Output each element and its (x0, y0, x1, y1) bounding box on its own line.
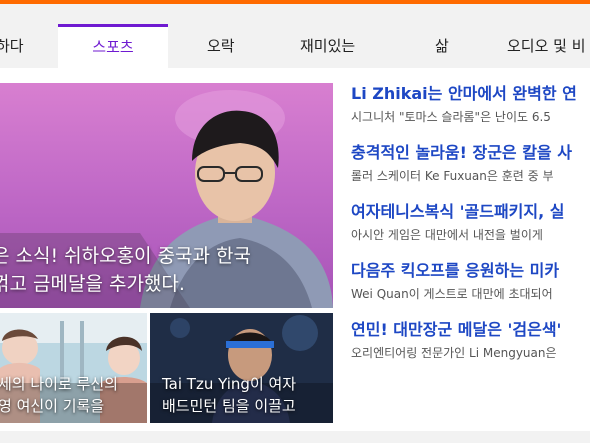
thumb-caption-swimmer-line2: 영 여신이 기록을 (0, 397, 105, 415)
headline-summary: 롤러 스케이터 Ke Fuxuan은 훈련 중 부 (351, 169, 554, 183)
list-item[interactable]: 여자테니스복식 '골드패키지, 실 아시안 게임은 대만에서 내전을 벌이게 (351, 200, 590, 259)
footer-strip (0, 431, 590, 443)
headline-list: Li Zhikai는 안마에서 완벽한 연 시그니처 "토마스 슬라롬"은 난이… (351, 82, 590, 377)
tab-entertainment[interactable]: 오락 (207, 24, 235, 68)
list-item[interactable]: 다음주 킥오프를 응원하는 미카 Wei Quan이 게스트로 대만에 초대되어 (351, 259, 590, 318)
tab-life[interactable]: 삶 (435, 24, 449, 68)
thumb-caption-swimmer-line1: 세의 나이로 루신의 (0, 375, 118, 393)
headline-link[interactable]: 연민! 대만장군 메달은 '검은색' (351, 318, 590, 342)
list-item[interactable]: 충격적인 놀라움! 장군은 칼을 사 롤러 스케이터 Ke Fuxuan은 훈련… (351, 141, 590, 200)
list-item[interactable]: 연민! 대만장군 메달은 '검은색' 오리엔티어링 전문가인 Li Mengyu… (351, 318, 590, 377)
hero-caption-line1: 은 소식! 쉬하오홍이 중국과 한국 (0, 245, 252, 267)
tab-funny[interactable]: 재미있는 (300, 24, 355, 68)
tab-partial[interactable]: 하다 (0, 24, 24, 68)
headline-link[interactable]: 여자테니스복식 '골드패키지, 실 (351, 200, 590, 224)
category-tabs: 하다 스포츠 오락 재미있는 삶 오디오 및 비 (0, 24, 590, 68)
thumb-caption-badminton-line2: 배드민턴 팀을 이끌고 (162, 397, 296, 415)
headline-summary: 아시안 게임은 대만에서 내전을 벌이게 (351, 228, 543, 242)
headline-summary: 오리엔티어링 전문가인 Li Mengyuan은 (351, 346, 557, 360)
headline-link[interactable]: Li Zhikai는 안마에서 완벽한 연 (351, 82, 590, 106)
tab-sports[interactable]: 스포츠 (58, 24, 168, 68)
hero-caption: 은 소식! 쉬하오홍이 중국과 한국 꺾고 금메달을 추가했다. (0, 242, 332, 298)
headline-summary: Wei Quan이 게스트로 대만에 초대되어 (351, 287, 553, 301)
thumb-caption-badminton: Tai Tzu Ying이 여자 배드민턴 팀을 이끌고 (162, 373, 296, 417)
thumb-caption-badminton-line1: Tai Tzu Ying이 여자 (162, 375, 297, 393)
headline-link[interactable]: 다음주 킥오프를 응원하는 미카 (351, 259, 590, 283)
news-thumb-swimmer[interactable]: 세의 나이로 루신의 영 여신이 기록을 (0, 313, 147, 423)
header-strip (0, 4, 590, 24)
hero-news-card[interactable]: 은 소식! 쉬하오홍이 중국과 한국 꺾고 금메달을 추가했다. (0, 83, 333, 308)
tab-audio-video[interactable]: 오디오 및 비 (507, 24, 586, 68)
headline-summary: 시그니처 "토마스 슬라롬"은 난이도 6.5 (351, 110, 551, 124)
news-thumb-badminton[interactable]: Tai Tzu Ying이 여자 배드민턴 팀을 이끌고 (150, 313, 333, 423)
headline-link[interactable]: 충격적인 놀라움! 장군은 칼을 사 (351, 141, 590, 165)
hero-caption-line2: 꺾고 금메달을 추가했다. (0, 273, 185, 295)
list-item[interactable]: Li Zhikai는 안마에서 완벽한 연 시그니처 "토마스 슬라롬"은 난이… (351, 82, 590, 141)
thumb-caption-swimmer: 세의 나이로 루신의 영 여신이 기록을 (0, 373, 118, 417)
